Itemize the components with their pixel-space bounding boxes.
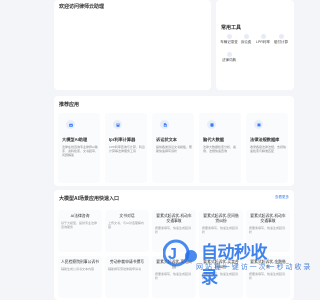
tools-title: 常用工具 bbox=[221, 25, 242, 31]
app-name: Ipr利率计算器 bbox=[109, 137, 136, 142]
app-description: 提供各类诉讼文书模板，帮助快速撰写诉状 bbox=[156, 145, 192, 153]
scenario-card[interactable]: 文书对话 上传文书，与AI对话理解内容 bbox=[105, 210, 149, 252]
tool-label: 诉讼费 bbox=[240, 40, 252, 44]
watermark: J 自动秒收录 网 站 提 一 键 访 一 次 一 秒 动 收 录 bbox=[163, 238, 310, 287]
tool-compensation[interactable]: 赔付计算 bbox=[272, 34, 290, 45]
svg-text:J: J bbox=[168, 246, 177, 263]
scenario-description: 基于大模型，提供专业法律咨询服务 bbox=[61, 221, 98, 229]
app-big-data[interactable]: 脑代大数据 法律大数据检索分析，案例、法规快速查询 bbox=[199, 113, 241, 183]
scenario-name: 要素式起诉状-机动车交通事故 bbox=[250, 214, 286, 223]
tool-icon bbox=[226, 52, 232, 57]
recommended-title: 推荐应用 bbox=[59, 102, 80, 108]
app-name: 法律法规数据库 bbox=[250, 137, 280, 142]
tool-vehicle-record[interactable]: 车辆记录查 bbox=[220, 34, 238, 45]
tool-lpr-rate[interactable]: LPR利率 bbox=[254, 34, 272, 45]
scenario-card[interactable]: AI法律咨询 基于大模型，提供专业法律咨询服务 bbox=[58, 210, 102, 252]
tool-icon bbox=[278, 34, 284, 39]
scenario-name: AI法律咨询 bbox=[70, 214, 90, 218]
scenario-name: 人民检察院刑事公诉书 bbox=[61, 260, 99, 264]
scenario-name: 要素式起诉状-民间借贷纠纷 bbox=[203, 214, 239, 223]
tool-label: 赔付计算 bbox=[274, 40, 288, 44]
scenario-description: 辅助撰写劳动仲裁申请书 bbox=[108, 267, 142, 271]
database-icon bbox=[207, 120, 216, 129]
recommended-apps-card: 推荐应用 大模型AI助理 法律在线咨询专业律师AI助手、资料检索、文书起草、问题… bbox=[54, 96, 294, 186]
scenarios-title: 大模型AI场景应用快速入口 bbox=[59, 196, 120, 202]
app-law-database[interactable]: 法律法规数据库 收录各级法律法规，支持快速检索与精准匹配 bbox=[246, 113, 288, 183]
tool-icon bbox=[260, 34, 266, 39]
app-name: 脑代大数据 bbox=[203, 137, 224, 142]
scenario-name: 劳动仲裁申请书撰写 bbox=[109, 260, 145, 264]
tool-label: 法律词典 bbox=[222, 58, 236, 62]
app-description: 法律大数据检索分析，案例、法规快速查询 bbox=[203, 145, 237, 153]
scenario-name: 要素式起诉状-机动车交通事故 bbox=[156, 214, 192, 223]
app-lpr-calculator[interactable]: Ipr利率计算器 LPR利率查询与计算、利息计算等法律服务工具 bbox=[105, 113, 147, 183]
app-description: 收录各级法律法规，支持快速检索与精准匹配 bbox=[250, 145, 286, 153]
app-name: 诉讼状文本 bbox=[156, 137, 177, 142]
document-icon bbox=[160, 120, 169, 129]
scenario-description: 辅助生成公诉书文本内容 bbox=[61, 267, 95, 271]
robot-icon bbox=[66, 120, 75, 129]
scenario-description: 上传文书，与AI对话理解内容 bbox=[108, 221, 144, 229]
app-litigation-text[interactable]: 诉讼状文本 提供各类诉讼文书模板，帮助快速撰写诉状 bbox=[152, 113, 194, 183]
watermark-logo-icon: J bbox=[163, 239, 197, 267]
app-name: 大模型AI助理 bbox=[62, 137, 88, 142]
scenario-card[interactable]: 人民检察院刑事公诉书 辅助生成公诉书文本内容 bbox=[58, 256, 102, 298]
scenario-name: 文书对话 bbox=[119, 214, 135, 218]
common-tools-card: 常用工具 车辆记录查 诉讼费 LPR利率 赔付计算 法律词典 bbox=[216, 0, 294, 90]
tool-icon bbox=[226, 34, 232, 39]
app-description: 法律在线咨询专业律师AI助手、资料检索、文书起草、问题解答 bbox=[62, 145, 98, 157]
calculator-icon bbox=[113, 120, 122, 129]
tool-label: 车辆记录查 bbox=[220, 40, 238, 44]
tool-litigation-fee[interactable]: 诉讼费 bbox=[237, 34, 255, 45]
app-description: LPR利率查询与计算、利息计算等法律服务工具 bbox=[109, 145, 145, 153]
scenario-card[interactable]: 劳动仲裁申请书撰写 辅助撰写劳动仲裁申请书 bbox=[105, 256, 149, 298]
tool-icon bbox=[243, 34, 249, 39]
view-more-link[interactable]: 查看更多 bbox=[275, 195, 289, 200]
welcome-title: 欢迎访问律师云助理 bbox=[59, 4, 105, 10]
tool-label: LPR利率 bbox=[256, 40, 270, 44]
welcome-card: 欢迎访问律师云助理 bbox=[54, 0, 211, 90]
book-icon bbox=[254, 120, 263, 129]
app-ai-assistant[interactable]: 大模型AI助理 法律在线咨询专业律师AI助手、资料检索、文书起草、问题解答 bbox=[58, 113, 100, 183]
tool-legal-dictionary[interactable]: 法律词典 bbox=[220, 52, 238, 63]
watermark-subtitle: 网 站 提 一 键 访 一 次 一 秒 动 收 录 bbox=[196, 264, 311, 271]
